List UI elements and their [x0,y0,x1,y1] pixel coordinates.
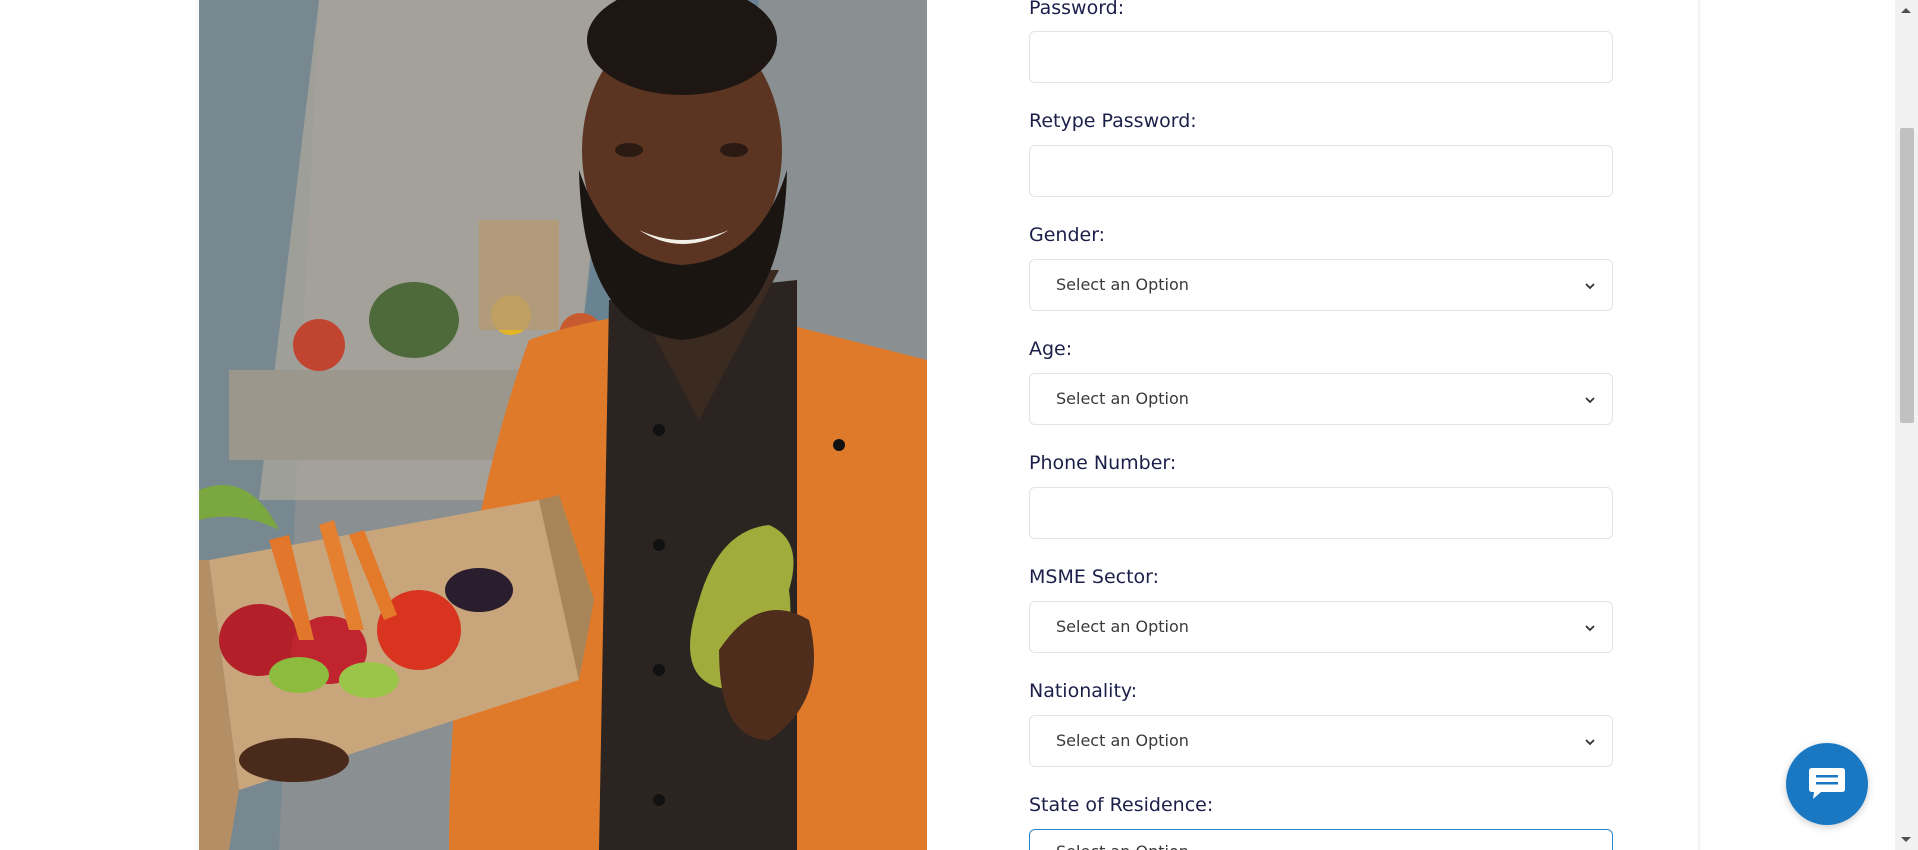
password-input[interactable] [1029,31,1613,83]
gender-label: Gender: [1029,224,1106,246]
gender-selected-value: Select an Option [1056,275,1189,294]
retype-password-input[interactable] [1029,145,1613,197]
chevron-down-icon [1585,625,1595,632]
msme-sector-select[interactable]: Select an Option [1029,601,1613,653]
page: Password: Retype Password: Gender: Selec… [0,0,1918,850]
vertical-scrollbar[interactable] [1895,0,1918,850]
age-selected-value: Select an Option [1056,389,1189,408]
password-label: Password: [1029,0,1125,19]
nationality-label: Nationality: [1029,680,1138,702]
age-label: Age: [1029,338,1073,360]
nationality-selected-value: Select an Option [1056,731,1189,750]
gender-select[interactable]: Select an Option [1029,259,1613,311]
msme-sector-selected-value: Select an Option [1056,617,1189,636]
scroll-down-icon[interactable] [1901,837,1911,842]
phone-number-input[interactable] [1029,487,1613,539]
hero-photo [199,0,927,850]
scrollbar-thumb[interactable] [1900,128,1914,423]
scroll-up-icon[interactable] [1901,8,1911,13]
msme-sector-label: MSME Sector: [1029,566,1160,588]
chat-bubble-icon [1809,768,1845,799]
chevron-down-icon [1585,739,1595,746]
retype-password-label: Retype Password: [1029,110,1197,132]
phone-number-label: Phone Number: [1029,452,1177,474]
vendor-illustration [199,0,927,850]
chevron-down-icon [1585,283,1595,290]
age-select[interactable]: Select an Option [1029,373,1613,425]
state-of-residence-select[interactable]: Select an Option [1029,829,1613,850]
state-of-residence-label: State of Residence: [1029,794,1214,816]
chevron-down-icon [1585,397,1595,404]
nationality-select[interactable]: Select an Option [1029,715,1613,767]
state-of-residence-selected-value: Select an Option [1056,842,1189,850]
chat-button[interactable] [1786,743,1868,825]
